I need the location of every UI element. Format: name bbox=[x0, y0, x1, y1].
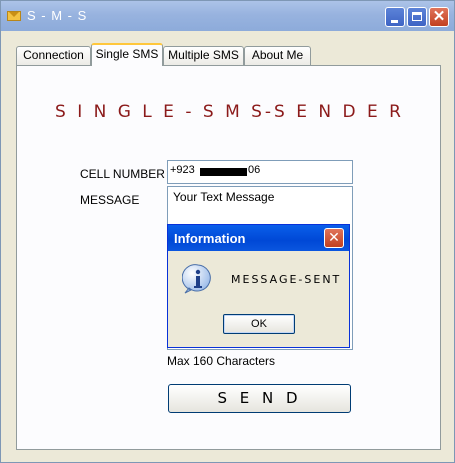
max-characters-hint: Max 160 Characters bbox=[167, 354, 276, 368]
sms-window: S - M - S ✕ Connection Single SMS Multip… bbox=[0, 0, 455, 463]
tab-single-sms[interactable]: Single SMS bbox=[91, 43, 163, 66]
envelope-icon bbox=[7, 11, 21, 21]
dialog-title: Information bbox=[174, 231, 246, 246]
send-button[interactable]: S E N D bbox=[168, 384, 351, 413]
dialog-titlebar[interactable]: Information ✕ bbox=[168, 225, 349, 251]
close-icon: ✕ bbox=[328, 230, 340, 246]
tab-multiple-sms[interactable]: Multiple SMS bbox=[163, 46, 244, 65]
cell-number-suffix: 06 bbox=[248, 164, 261, 176]
tab-about-me[interactable]: About Me bbox=[244, 46, 311, 65]
message-label: MESSAGE bbox=[80, 193, 140, 207]
maximize-button[interactable] bbox=[407, 7, 427, 27]
maximize-icon bbox=[412, 12, 422, 21]
information-dialog: Information ✕ MESSAGE-SENT OK bbox=[167, 224, 350, 348]
cell-number-input[interactable]: +923 06 bbox=[167, 160, 353, 184]
window-titlebar[interactable]: S - M - S ✕ bbox=[1, 1, 454, 31]
tab-connection[interactable]: Connection bbox=[16, 46, 91, 65]
close-icon: ✕ bbox=[432, 8, 446, 25]
page-title: S I N G L E - S M S-S E N D E R bbox=[55, 102, 404, 122]
minimize-icon bbox=[391, 20, 398, 23]
redaction-bar bbox=[200, 168, 247, 176]
information-icon bbox=[182, 264, 211, 294]
close-button[interactable]: ✕ bbox=[429, 7, 449, 27]
window-title: S - M - S bbox=[27, 8, 88, 23]
minimize-button[interactable] bbox=[385, 7, 405, 27]
cell-number-prefix: +923 bbox=[170, 164, 195, 176]
cell-number-label: CELL NUMBER bbox=[80, 167, 165, 181]
dialog-close-button[interactable]: ✕ bbox=[324, 228, 344, 248]
ok-button[interactable]: OK bbox=[223, 314, 295, 334]
dialog-message: MESSAGE-SENT bbox=[231, 273, 342, 286]
